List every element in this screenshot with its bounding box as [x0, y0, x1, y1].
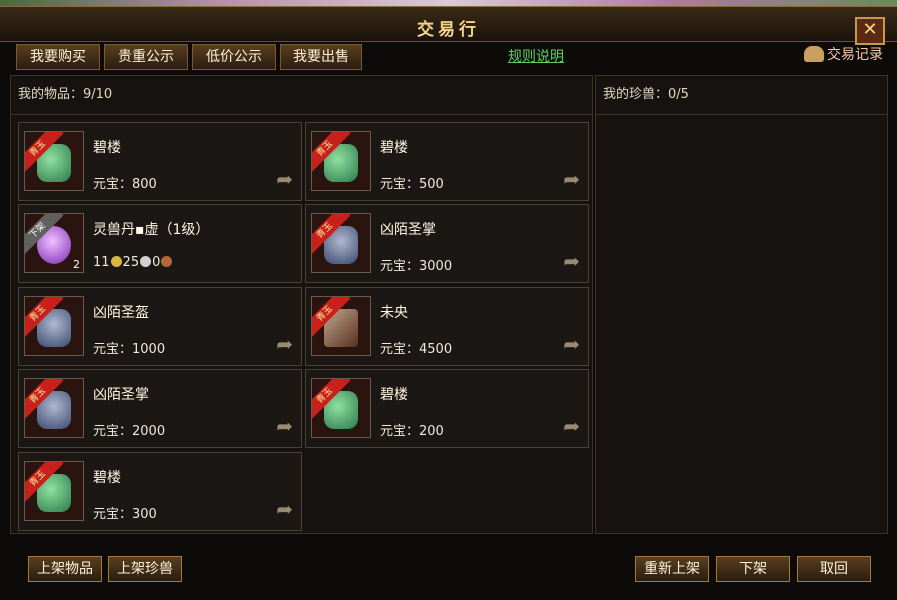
- retrieve-button[interactable]: 取回: [797, 556, 871, 582]
- tab-valuable[interactable]: 贵重公示: [104, 44, 188, 70]
- item-name: 碧楼: [380, 387, 408, 403]
- item-slot[interactable]: 下架 2 灵兽丹▪虚（1级） 11 25 0: [18, 204, 302, 283]
- gold-amount: 11: [93, 255, 110, 270]
- item-price: 元宝：3000: [380, 259, 453, 274]
- item-name: 碧楼: [93, 470, 121, 486]
- item-name: 碧楼: [93, 140, 121, 156]
- item-slot[interactable]: 青玉 未央元宝：4500 ➦: [305, 287, 589, 366]
- item-name: 凶陌圣盔: [93, 305, 149, 321]
- copper-coin-icon: [161, 256, 173, 267]
- item-slot[interactable]: 青玉 凶陌圣掌元宝：3000 ➦: [305, 204, 589, 283]
- item-slot[interactable]: 青玉 碧楼元宝：200 ➦: [305, 369, 589, 448]
- share-arrow-icon[interactable]: ➦: [276, 332, 293, 356]
- relist-button[interactable]: 重新上架: [635, 556, 709, 582]
- item-icon-frame: 青玉: [311, 131, 371, 191]
- my-items-header: 我的物品：9/10: [11, 76, 592, 115]
- list-pet-button[interactable]: 上架珍兽: [108, 556, 182, 582]
- item-name: 未央: [380, 305, 408, 321]
- delist-button[interactable]: 下架: [716, 556, 790, 582]
- gold-coin-icon: [110, 256, 122, 267]
- item-name: 凶陌圣掌: [93, 387, 149, 403]
- share-arrow-icon[interactable]: ➦: [276, 497, 293, 521]
- share-arrow-icon[interactable]: ➦: [276, 167, 293, 191]
- trade-record-link[interactable]: 交易记录: [804, 44, 883, 64]
- window-title: 交易行: [417, 20, 480, 40]
- tab-sell[interactable]: 我要出售: [280, 44, 362, 70]
- silver-amount: 25: [122, 255, 140, 270]
- share-arrow-icon[interactable]: ➦: [563, 167, 580, 191]
- item-slot[interactable]: 青玉 碧楼元宝：500 ➦: [305, 122, 589, 201]
- item-name: 凶陌圣掌: [380, 222, 436, 238]
- item-price: 元宝：1000: [93, 342, 166, 357]
- my-pets-panel: 我的珍兽：0/5: [595, 75, 888, 534]
- item-name: 碧楼: [380, 140, 408, 156]
- item-price: 元宝：200: [380, 424, 444, 439]
- item-icon-frame: 下架 2: [24, 213, 84, 273]
- my-pets-header: 我的珍兽：0/5: [596, 76, 887, 115]
- rules-link[interactable]: 规则说明: [508, 46, 564, 66]
- item-slot[interactable]: 青玉 凶陌圣盔元宝：1000 ➦: [18, 287, 302, 366]
- item-price: 元宝：4500: [380, 342, 453, 357]
- item-icon-frame: 青玉: [24, 131, 84, 191]
- item-icon-frame: 青玉: [24, 461, 84, 521]
- item-name: 灵兽丹▪虚（1级）: [93, 222, 210, 238]
- close-button[interactable]: ✕: [855, 17, 885, 45]
- coin-price: 11 25 0: [93, 255, 173, 270]
- share-arrow-icon[interactable]: ➦: [563, 332, 580, 356]
- item-slot[interactable]: 青玉 碧楼元宝：800 ➦: [18, 122, 302, 201]
- tab-lowprice[interactable]: 低价公示: [192, 44, 276, 70]
- trade-record-label: 交易记录: [827, 47, 883, 63]
- item-slot[interactable]: 青玉 碧楼元宝：300 ➦: [18, 452, 302, 531]
- scroll-icon: [804, 46, 824, 62]
- item-icon-frame: 青玉: [24, 378, 84, 438]
- item-icon-frame: 青玉: [24, 296, 84, 356]
- item-price: 元宝：500: [380, 177, 444, 192]
- share-arrow-icon[interactable]: ➦: [563, 414, 580, 438]
- item-price: 元宝：2000: [93, 424, 166, 439]
- item-icon-frame: 青玉: [311, 213, 371, 273]
- silver-coin-icon: [140, 256, 152, 267]
- tab-buy[interactable]: 我要购买: [16, 44, 100, 70]
- item-icon-frame: 青玉: [311, 378, 371, 438]
- title-bar: 交易行 ✕: [0, 6, 897, 45]
- item-price: 元宝：300: [93, 507, 157, 522]
- share-arrow-icon[interactable]: ➦: [563, 249, 580, 273]
- item-quantity: 2: [73, 258, 80, 271]
- item-icon-frame: 青玉: [311, 296, 371, 356]
- item-slot[interactable]: 青玉 凶陌圣掌元宝：2000 ➦: [18, 369, 302, 448]
- copper-amount: 0: [152, 255, 161, 270]
- item-price: 元宝：800: [93, 177, 157, 192]
- list-item-button[interactable]: 上架物品: [28, 556, 102, 582]
- share-arrow-icon[interactable]: ➦: [276, 414, 293, 438]
